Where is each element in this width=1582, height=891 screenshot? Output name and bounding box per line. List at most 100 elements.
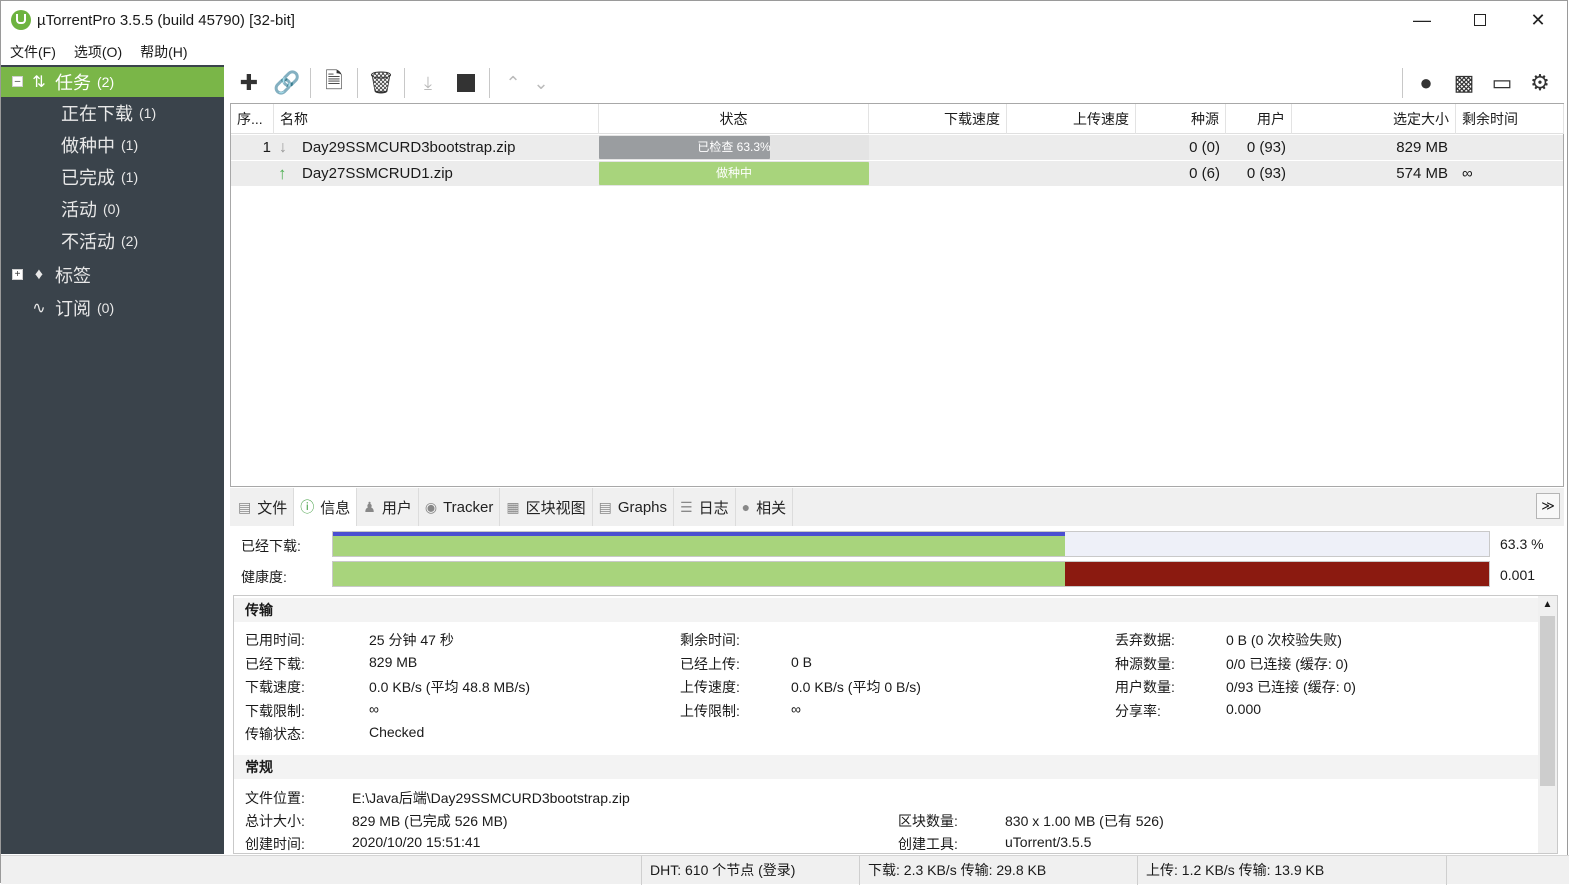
downloaded-progress-fill	[333, 536, 1065, 556]
torrent-list-header: 序... 名称 状态 下载速度 上传速度 种源 用户 选定大小 剩余时间	[231, 104, 1564, 134]
health-fill	[333, 562, 1065, 586]
tab-logger[interactable]: ☰ 日志	[674, 488, 736, 526]
tracker-target-icon: ◉	[424, 498, 438, 515]
info-label: 下载速度:	[245, 679, 305, 695]
menu-help[interactable]: 帮助(H)	[131, 42, 196, 62]
column-header-seeds[interactable]: 种源	[1136, 104, 1226, 134]
tab-tracker[interactable]: ◉ Tracker	[419, 488, 501, 526]
sidebar-item-count: (0)	[103, 201, 121, 217]
column-header-size[interactable]: 选定大小	[1292, 104, 1456, 134]
scroll-up-arrow-icon[interactable]: ▲	[1538, 596, 1557, 614]
delete-trash-icon[interactable]: 🗑	[362, 66, 400, 100]
collapse-icon[interactable]: –	[12, 76, 23, 87]
sidebar-item-label: 正在下载	[61, 104, 133, 124]
info-label: 下载限制:	[245, 703, 305, 719]
info-label: 已经上传:	[680, 656, 740, 672]
chat-icon[interactable]: ▩	[1445, 66, 1483, 100]
maximize-button[interactable]	[1451, 1, 1509, 39]
tab-label: 信息	[320, 499, 351, 517]
info-label: 传输状态:	[245, 726, 305, 742]
info-value: 0 B (0 次校验失败)	[1226, 632, 1342, 648]
info-label: 上传速度:	[680, 679, 740, 695]
health-bar	[332, 561, 1490, 587]
upload-status[interactable]: 上传: 1.2 KB/s 传输: 13.9 KB	[1137, 856, 1447, 885]
sidebar-item-completed[interactable]: 已完成 (1)	[1, 162, 224, 192]
tab-graphs[interactable]: ▤ Graphs	[593, 488, 675, 526]
detail-tabs: ▤ 文件 ⓘ 信息 ♟ 用户 ◉ Tracker ▦ 区块视图 ▤ Graphs ☰ 日志 ●…	[230, 488, 1564, 526]
expand-icon[interactable]: +	[12, 269, 23, 280]
move-down-icon[interactable]: ⌄	[522, 66, 560, 100]
tab-peers[interactable]: ♟ 用户	[357, 488, 419, 526]
transfer-section-title: 传输	[234, 598, 1540, 622]
column-header-index[interactable]: 序...	[231, 104, 274, 134]
info-label: 剩余时间:	[680, 632, 740, 648]
dht-status[interactable]: DHT: 610 个节点 (登录)	[641, 856, 859, 885]
stop-icon[interactable]	[447, 66, 485, 100]
sidebar-item-seeding[interactable]: 做种中 (1)	[1, 130, 224, 160]
torrent-row[interactable]: ↑ Day27SSMCRUD1.zip 做种中 0 (6) 0 (93) 574…	[231, 161, 1563, 186]
sidebar-item-count: (0)	[97, 300, 115, 316]
torrent-seeds: 0 (6)	[1189, 165, 1220, 182]
download-status[interactable]: 下载: 2.3 KB/s 传输: 29.8 KB	[859, 856, 1137, 885]
menu-options[interactable]: 选项(O)	[65, 42, 131, 62]
info-value: 0 B	[791, 654, 813, 670]
info-section: 传输 已用时间: 25 分钟 47 秒 已经下载: 829 MB 下载速度: 0…	[233, 595, 1558, 854]
toolbar-divider	[310, 68, 311, 98]
torrent-peers: 0 (93)	[1246, 165, 1286, 182]
scrollbar-thumb[interactable]	[1540, 616, 1555, 786]
sidebar-item-active[interactable]: 活动 (0)	[1, 194, 224, 224]
torrent-eta: ∞	[1462, 165, 1473, 182]
column-header-eta[interactable]: 剩余时间	[1456, 104, 1564, 134]
tab-info[interactable]: ⓘ 信息	[294, 488, 358, 526]
seeding-arrow-icon: ↑	[278, 164, 287, 183]
toolbar-divider	[357, 68, 358, 98]
minimize-button[interactable]: —	[1393, 1, 1451, 39]
info-scrollbar[interactable]: ▲	[1538, 596, 1557, 853]
add-torrent-icon[interactable]: ✚	[230, 66, 268, 100]
lightbulb-icon[interactable]: ●	[1407, 66, 1445, 100]
create-torrent-icon[interactable]: 🗎	[315, 66, 353, 100]
tag-icon: ♦	[34, 266, 44, 283]
status-cell: 已检查 63.3%	[599, 135, 869, 160]
app-window: µTorrentPro 3.5.5 (build 45790) [32-bit]…	[0, 0, 1569, 885]
tab-label: 用户	[381, 499, 412, 517]
sidebar-item-downloading[interactable]: 正在下载 (1)	[1, 98, 224, 128]
menu-file[interactable]: 文件(F)	[1, 42, 65, 62]
column-header-upload-speed[interactable]: 上传速度	[1007, 104, 1136, 134]
torrent-seeds: 0 (0)	[1189, 139, 1220, 156]
torrent-name: Day29SSMCURD3bootstrap.zip	[302, 139, 516, 156]
tab-pieces[interactable]: ▦ 区块视图	[500, 488, 593, 526]
sidebar-item-feeds[interactable]: ∿ 订阅 (0)	[1, 293, 224, 323]
remote-monitor-icon[interactable]: ▭	[1483, 66, 1521, 100]
column-header-status[interactable]: 状态	[599, 104, 869, 134]
collapse-panel-chevron-icon[interactable]: ≫	[1536, 493, 1560, 519]
sidebar-item-label: 已完成	[61, 168, 115, 188]
sidebar-item-label: 不活动	[61, 232, 115, 252]
info-value: E:\Java后端\Day29SSMCURD3bootstrap.zip	[352, 790, 630, 806]
sidebar-item-label: 任务	[55, 73, 91, 93]
info-label: 分享率:	[1115, 703, 1161, 719]
column-header-peers[interactable]: 用户	[1226, 104, 1292, 134]
start-download-icon[interactable]: ⤓	[409, 66, 447, 100]
info-value: ∞	[369, 701, 379, 717]
add-url-link-icon[interactable]: 🔗	[268, 66, 306, 100]
info-label: 上传限制:	[680, 703, 740, 719]
info-value: uTorrent/3.5.5	[1005, 834, 1092, 850]
info-value: 830 x 1.00 MB (已有 526)	[1005, 813, 1164, 829]
column-header-download-speed[interactable]: 下载速度	[869, 104, 1007, 134]
tab-related[interactable]: ● 相关	[736, 488, 794, 526]
status-text: 做种中	[715, 166, 752, 180]
torrent-row[interactable]: 1 ↓ Day29SSMCURD3bootstrap.zip 已检查 63.3%…	[231, 135, 1563, 160]
sidebar-item-tasks[interactable]: – ⇅ 任务 (2)	[1, 67, 224, 97]
info-label: 区块数量:	[898, 813, 958, 829]
sidebar-item-count: (2)	[97, 74, 115, 90]
info-label: 创建工具:	[898, 836, 958, 852]
sidebar-item-inactive[interactable]: 不活动 (2)	[1, 226, 224, 256]
downloading-arrow-icon: ↓	[279, 139, 287, 156]
column-header-name[interactable]: 名称	[274, 104, 599, 134]
settings-gear-icon[interactable]: ⚙	[1521, 66, 1559, 100]
close-button[interactable]: ✕	[1509, 1, 1567, 39]
tab-files[interactable]: ▤ 文件	[232, 488, 295, 526]
sidebar-item-labels[interactable]: + ♦ 标签	[1, 260, 224, 290]
downloaded-percent: 63.3 %	[1500, 536, 1544, 552]
